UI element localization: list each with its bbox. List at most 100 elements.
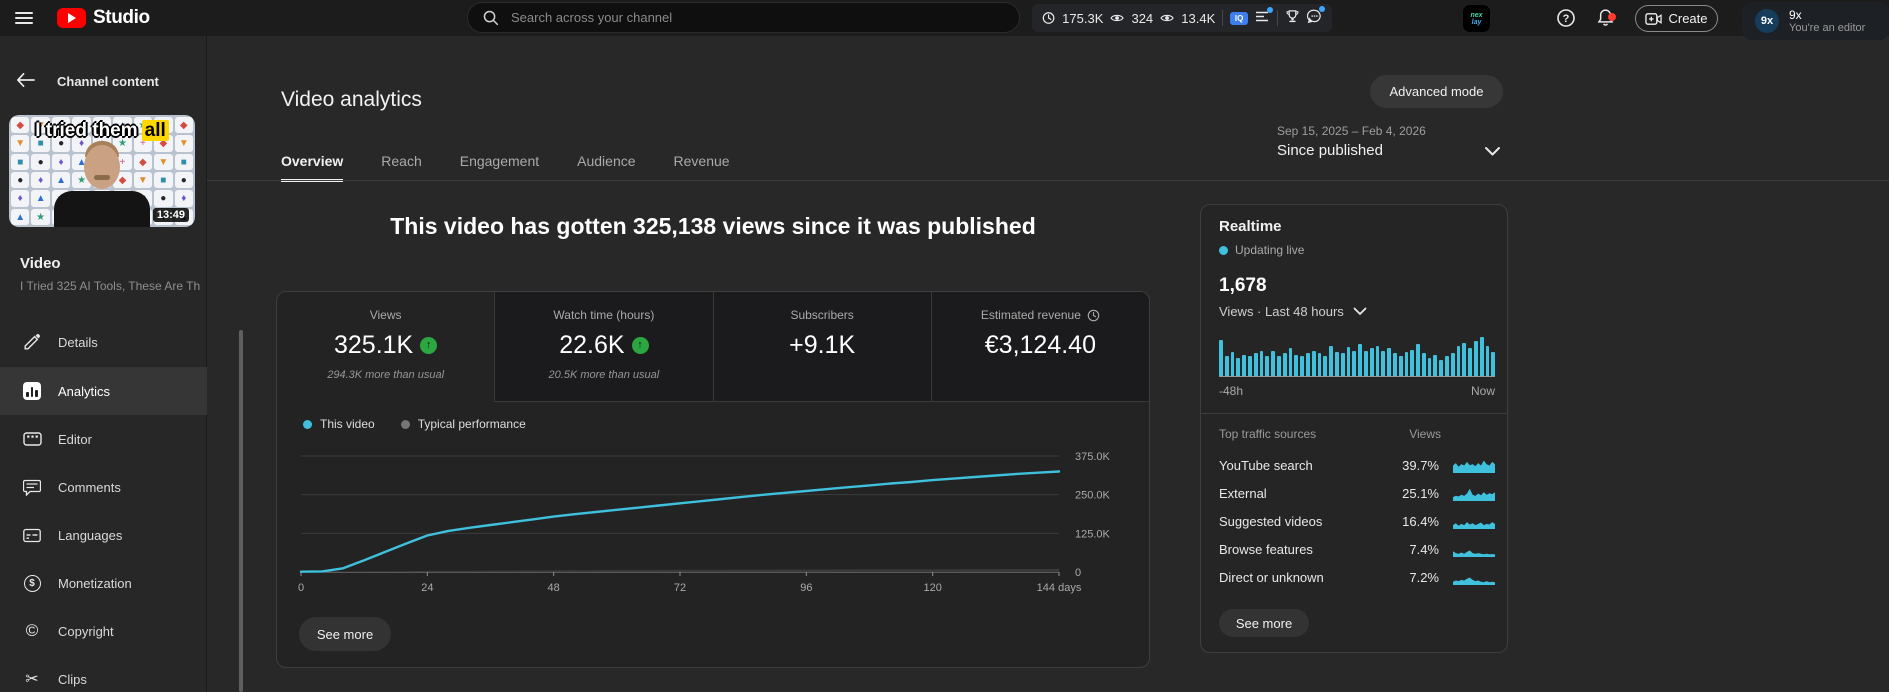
notifications-bell-icon[interactable]	[1596, 9, 1616, 32]
date-range: Sep 15, 2025 – Feb 4, 2026	[1277, 124, 1426, 138]
sidebar-item-copyright[interactable]: © Copyright	[0, 607, 207, 655]
sidebar-item-monetization[interactable]: $ Monetization	[0, 559, 207, 607]
notification-dot	[1267, 7, 1274, 13]
metric-tabs: Views 325.1K ↑ 294.3K more than usual Wat…	[277, 292, 1149, 402]
back-arrow-icon[interactable]	[16, 72, 35, 91]
date-range-picker[interactable]: Sep 15, 2025 – Feb 4, 2026 Since publish…	[1277, 124, 1503, 159]
live-dot-icon	[1219, 245, 1228, 255]
stat-live-viewers: 324	[1131, 10, 1154, 26]
sidebar-item-label: Comments	[58, 479, 121, 495]
create-button-label: Create	[1668, 11, 1708, 26]
svg-text:96: 96	[800, 582, 812, 594]
studio-wordmark[interactable]: Studio	[93, 7, 150, 29]
metric-tab-estimated-revenue[interactable]: Estimated revenue €3,124.40	[930, 292, 1149, 402]
thumbnail-title-overlay: I tried them all	[9, 120, 195, 142]
scrollbar[interactable]	[239, 330, 243, 692]
metric-tab-subscribers[interactable]: Subscribers +9.1K	[712, 292, 931, 402]
sidebar-item-analytics[interactable]: Analytics	[0, 367, 207, 415]
page-title: Video analytics	[281, 88, 422, 112]
tab-audience[interactable]: Audience	[577, 153, 635, 182]
editor-account-chip[interactable]: 9x 9x You're an editor	[1742, 2, 1889, 40]
svg-text:24: 24	[421, 582, 433, 594]
sidebar-item-editor[interactable]: Editor	[0, 415, 207, 463]
sidebar-item-label: Clips	[58, 671, 87, 687]
feedback-bubble-icon[interactable]	[1306, 6, 1325, 27]
realtime-views-count: 1,678	[1219, 275, 1267, 296]
analytics-tabs: Overview Reach Engagement Audience Reven…	[281, 153, 730, 182]
divider	[1222, 10, 1224, 26]
traffic-row-direct-or-unknown[interactable]: Direct or unknown 7.2%	[1219, 563, 1495, 591]
traffic-row-suggested-videos[interactable]: Suggested videos 16.4%	[1219, 507, 1495, 535]
sidebar-item-label: Languages	[58, 527, 123, 543]
tab-overview[interactable]: Overview	[281, 153, 344, 182]
pencil-icon	[22, 333, 42, 351]
metric-tab-watch-time[interactable]: Watch time (hours) 22.6K ↑ 20.5K more tha…	[494, 292, 713, 402]
comment-icon	[22, 479, 42, 496]
trophy-icon[interactable]	[1285, 9, 1300, 27]
back-label[interactable]: Channel content	[57, 74, 159, 89]
tabs-divider	[207, 180, 1889, 181]
metric-note: 294.3K more than usual	[327, 369, 445, 381]
video-title: I Tried 325 AI Tools, These Are The ...	[20, 279, 200, 293]
analytics-card: Views 325.1K ↑ 294.3K more than usual Wat…	[276, 291, 1150, 668]
traffic-row-external[interactable]: External 25.1%	[1219, 479, 1495, 507]
search-input[interactable]	[509, 9, 989, 26]
realtime-bar-chart[interactable]	[1219, 335, 1496, 377]
sidebar-item-details[interactable]: Details	[0, 318, 207, 366]
sidebar-item-languages[interactable]: Languages	[0, 511, 207, 559]
views-line-chart[interactable]: 0 125.0K 250.0K 375.0K 0 24 48 72 96 120 144 days	[277, 440, 1150, 605]
create-button[interactable]: Create	[1635, 5, 1718, 32]
tab-engagement[interactable]: Engagement	[460, 153, 539, 182]
svg-text:375.0K: 375.0K	[1075, 451, 1111, 463]
trend-up-icon: ↑	[631, 337, 649, 354]
traffic-sparkline	[1453, 458, 1495, 473]
svg-text:0: 0	[298, 582, 304, 594]
axis-start-label: -48h	[1219, 384, 1244, 398]
metric-tab-views[interactable]: Views 325.1K ↑ 294.3K more than usual	[277, 292, 494, 402]
youtube-logo-icon[interactable]	[57, 8, 86, 28]
tab-revenue[interactable]: Revenue	[674, 153, 730, 182]
advanced-mode-button[interactable]: Advanced mode	[1370, 75, 1503, 108]
legend-label: This video	[320, 417, 375, 431]
traffic-sparkline	[1453, 514, 1495, 529]
search-icon	[483, 10, 499, 26]
notification-dot	[1608, 13, 1616, 21]
metric-value: €3,124.40	[984, 331, 1096, 359]
traffic-row-browse-features[interactable]: Browse features 7.4%	[1219, 535, 1495, 563]
eye-icon	[1110, 14, 1125, 22]
video-section-label: Video	[20, 255, 61, 272]
traffic-views-header: Views	[1409, 427, 1441, 441]
topbar: Studio 175.3K 324 13.4K IQ	[0, 0, 1889, 40]
chevron-down-icon	[1485, 147, 1500, 156]
video-camera-plus-icon	[1645, 12, 1663, 25]
bar-chart-icon	[22, 382, 42, 400]
playlist-lines-icon[interactable]	[1255, 7, 1274, 26]
sidebar-item-clips[interactable]: ✂ Clips	[0, 655, 207, 692]
tab-reach[interactable]: Reach	[381, 153, 421, 182]
see-more-button[interactable]: See more	[1219, 609, 1309, 637]
channel-stats-bar[interactable]: 175.3K 324 13.4K IQ	[1032, 4, 1332, 32]
svg-text:125.0K: 125.0K	[1075, 528, 1111, 540]
hamburger-menu-icon[interactable]	[15, 9, 33, 27]
search-bar[interactable]	[467, 2, 1020, 33]
editor-role: You're an editor	[1789, 21, 1866, 34]
sidebar-item-label: Monetization	[58, 575, 132, 591]
headline: This video has gotten 325,138 views sinc…	[390, 213, 1036, 239]
traffic-sparkline	[1453, 542, 1495, 557]
scissors-icon: ✂	[25, 671, 39, 688]
traffic-row-youtube-search[interactable]: YouTube search 39.7%	[1219, 451, 1495, 479]
legend-dot-typical	[400, 419, 410, 429]
divider	[1201, 413, 1507, 414]
eye-icon	[1160, 14, 1174, 22]
iq-badge-icon[interactable]: IQ	[1230, 11, 1249, 25]
traffic-sparkline	[1453, 570, 1495, 585]
editor-avatar: 9x	[1755, 9, 1779, 33]
stat-views: 13.4K	[1181, 10, 1216, 26]
see-more-button[interactable]: See more	[299, 617, 391, 651]
help-icon[interactable]: ?	[1556, 8, 1576, 33]
sidebar-item-comments[interactable]: Comments	[0, 463, 207, 511]
svg-text:48: 48	[548, 582, 560, 594]
realtime-views-caption[interactable]: Views · Last 48 hours	[1219, 304, 1367, 319]
video-thumbnail[interactable]: ◆▼■●♦▲★+◆▼■●♦▲★+◆▼■●♦▲★+◆▼■●♦▲★+◆▼■●♦▲★+…	[9, 115, 195, 227]
channel-avatar[interactable]: nex lay	[1463, 5, 1490, 32]
